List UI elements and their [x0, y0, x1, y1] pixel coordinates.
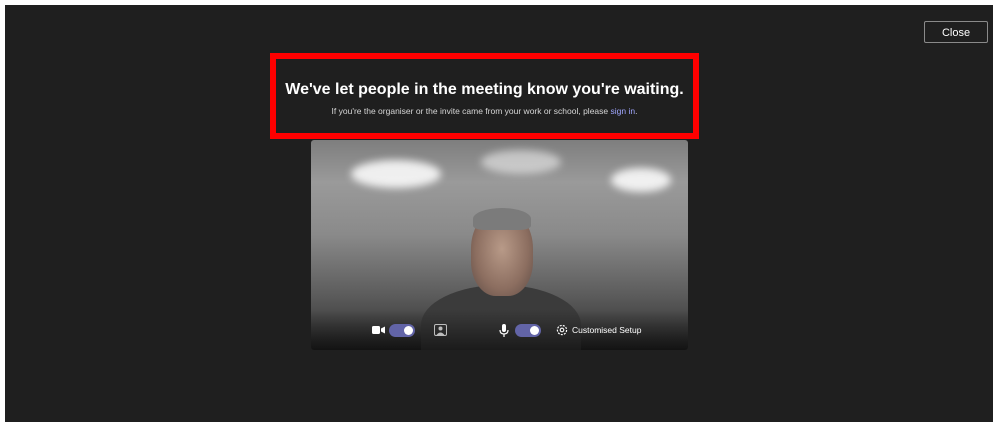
- ceiling-light: [481, 150, 561, 174]
- microphone-toggle[interactable]: [515, 323, 541, 337]
- preview-controls: Customised Setup: [311, 310, 688, 350]
- camera-toggle[interactable]: [389, 323, 415, 337]
- ceiling-light: [351, 160, 441, 188]
- sign-in-link[interactable]: sign in: [611, 106, 636, 116]
- waiting-headline: We've let people in the meeting know you…: [285, 81, 684, 98]
- ceiling-light: [611, 168, 671, 192]
- video-preview: Customised Setup: [311, 140, 688, 350]
- sign-in-prompt-text: If you're the organiser or the invite ca…: [331, 106, 611, 116]
- camera-control: [371, 322, 415, 338]
- meeting-lobby-window: Close We've let people in the meeting kn…: [5, 5, 993, 422]
- microphone-icon: [497, 323, 511, 337]
- background-effects-icon[interactable]: [433, 323, 447, 337]
- waiting-message-highlight: We've let people in the meeting know you…: [270, 53, 699, 139]
- device-settings-control[interactable]: Customised Setup: [555, 322, 641, 338]
- close-button[interactable]: Close: [924, 21, 988, 43]
- background-control: [433, 322, 447, 338]
- settings-icon[interactable]: [555, 323, 569, 337]
- sign-in-prompt-end: .: [635, 106, 638, 116]
- person-hair: [473, 208, 531, 230]
- microphone-control: [497, 322, 541, 338]
- camera-icon: [371, 323, 385, 337]
- sign-in-prompt: If you're the organiser or the invite ca…: [276, 106, 693, 116]
- customised-setup-label[interactable]: Customised Setup: [572, 325, 641, 335]
